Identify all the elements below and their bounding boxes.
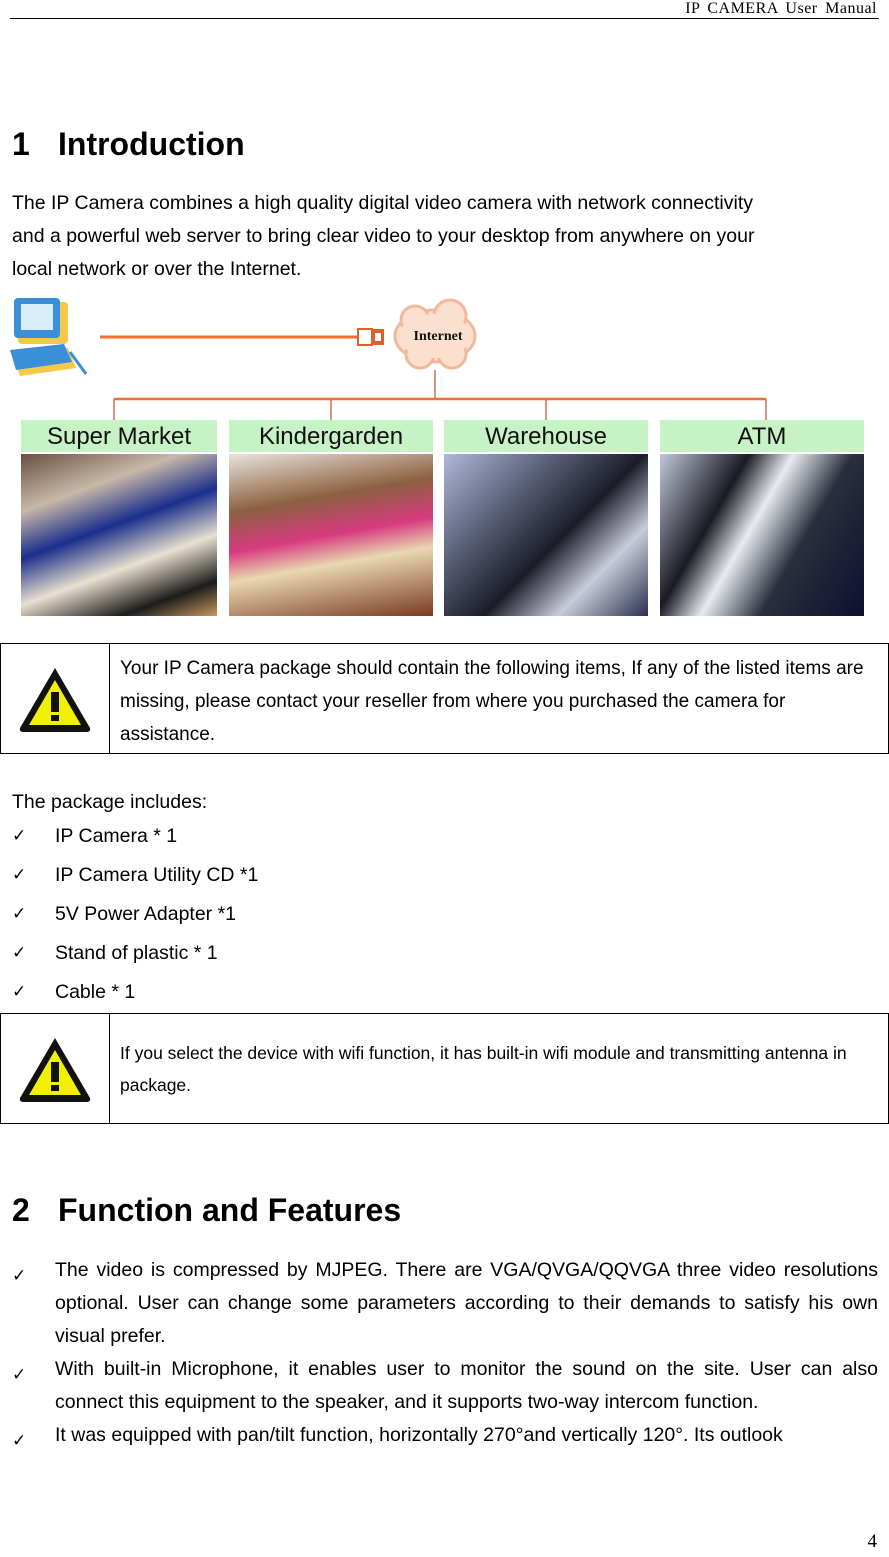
warning-icon	[19, 667, 91, 732]
check-icon: ✓	[12, 904, 27, 924]
list-item: ✓ It was equipped with pan/tilt function,…	[12, 1419, 878, 1452]
section-number: 2	[12, 1192, 30, 1228]
check-icon: ✓	[12, 943, 27, 963]
notice-text: If you select the device with wifi funct…	[120, 1042, 847, 1095]
scene-panel-atm: ATM	[660, 420, 864, 616]
list-item-text: It was equipped with pan/tilt function, …	[55, 1424, 783, 1446]
intro-line: The IP Camera combines a high quality di…	[12, 192, 753, 214]
scene-label: Warehouse	[444, 420, 648, 452]
intro-paragraph: The IP Camera combines a high quality di…	[12, 187, 872, 286]
section-number: 1	[12, 126, 30, 162]
network-diagram: Internet Super Market Kindergarden Wareh…	[10, 292, 880, 622]
notice-box-package-contents: Your IP Camera package should contain th…	[0, 643, 889, 754]
cloud-label: Internet	[414, 329, 463, 344]
section-title: Function and Features	[58, 1192, 402, 1228]
list-item: ✓ With built-in Microphone, it enables us…	[12, 1353, 878, 1419]
section-title: Introduction	[58, 126, 245, 162]
check-icon: ✓	[12, 1266, 27, 1286]
check-icon: ✓	[12, 1431, 27, 1451]
scene-label: Kindergarden	[229, 420, 433, 452]
scene-photo-kindergarden	[229, 454, 433, 616]
list-item: ✓ IP Camera Utility CD *1	[12, 862, 878, 901]
check-icon: ✓	[12, 1365, 27, 1385]
computer-icon	[10, 298, 88, 376]
scene-label: ATM	[660, 420, 864, 452]
check-icon: ✓	[12, 982, 27, 1002]
page-number: 4	[867, 1531, 878, 1552]
section-heading-function-features: 2 Function and Features	[12, 1192, 401, 1229]
list-item-text: Stand of plastic * 1	[55, 942, 218, 964]
list-item: ✓ 5V Power Adapter *1	[12, 901, 878, 940]
package-heading: The package includes:	[12, 791, 208, 813]
notice-box-wifi: If you select the device with wifi funct…	[0, 1013, 889, 1124]
check-icon: ✓	[12, 865, 27, 885]
notice-icon-cell	[1, 1014, 110, 1123]
list-item-text: IP Camera Utility CD *1	[55, 864, 259, 886]
notice-text: Your IP Camera package should contain th…	[120, 658, 864, 745]
scene-photo-super-market	[21, 454, 217, 616]
list-item: ✓ IP Camera * 1	[12, 823, 878, 862]
list-item-text: The video is compressed by MJPEG. There …	[55, 1259, 878, 1347]
document-header-title: IP CAMERA User Manual	[685, 0, 877, 17]
notice-icon-cell	[1, 644, 110, 753]
list-item: ✓ Stand of plastic * 1	[12, 940, 878, 979]
header-rule	[10, 18, 879, 19]
scene-panel-warehouse: Warehouse	[444, 420, 648, 616]
scene-panel-kindergarden: Kindergarden	[229, 420, 433, 616]
check-icon: ✓	[12, 826, 27, 846]
scene-photo-warehouse	[444, 454, 648, 616]
list-item: ✓ The video is compressed by MJPEG. There…	[12, 1254, 878, 1353]
package-list: ✓ IP Camera * 1 ✓ IP Camera Utility CD *1 …	[12, 823, 878, 1018]
scene-panel-super-market: Super Market	[21, 420, 217, 616]
list-item-text: With built-in Microphone, it enables use…	[55, 1358, 878, 1413]
feature-list: ✓ The video is compressed by MJPEG. There…	[12, 1254, 878, 1452]
diagram-connectors: Internet	[10, 298, 767, 420]
internet-cloud-icon: Internet	[393, 298, 477, 370]
intro-line: local network or over the Internet.	[12, 258, 302, 280]
list-item-text: IP Camera * 1	[55, 825, 178, 847]
list-item-text: Cable * 1	[55, 981, 136, 1003]
intro-line: and a powerful web server to bring clear…	[12, 225, 755, 247]
network-connector-icon	[357, 328, 384, 346]
list-item-text: 5V Power Adapter *1	[55, 903, 237, 925]
section-heading-introduction: 1 Introduction	[12, 126, 245, 163]
warning-icon	[19, 1037, 91, 1102]
scene-photo-atm	[660, 454, 864, 616]
scene-label: Super Market	[21, 420, 217, 452]
